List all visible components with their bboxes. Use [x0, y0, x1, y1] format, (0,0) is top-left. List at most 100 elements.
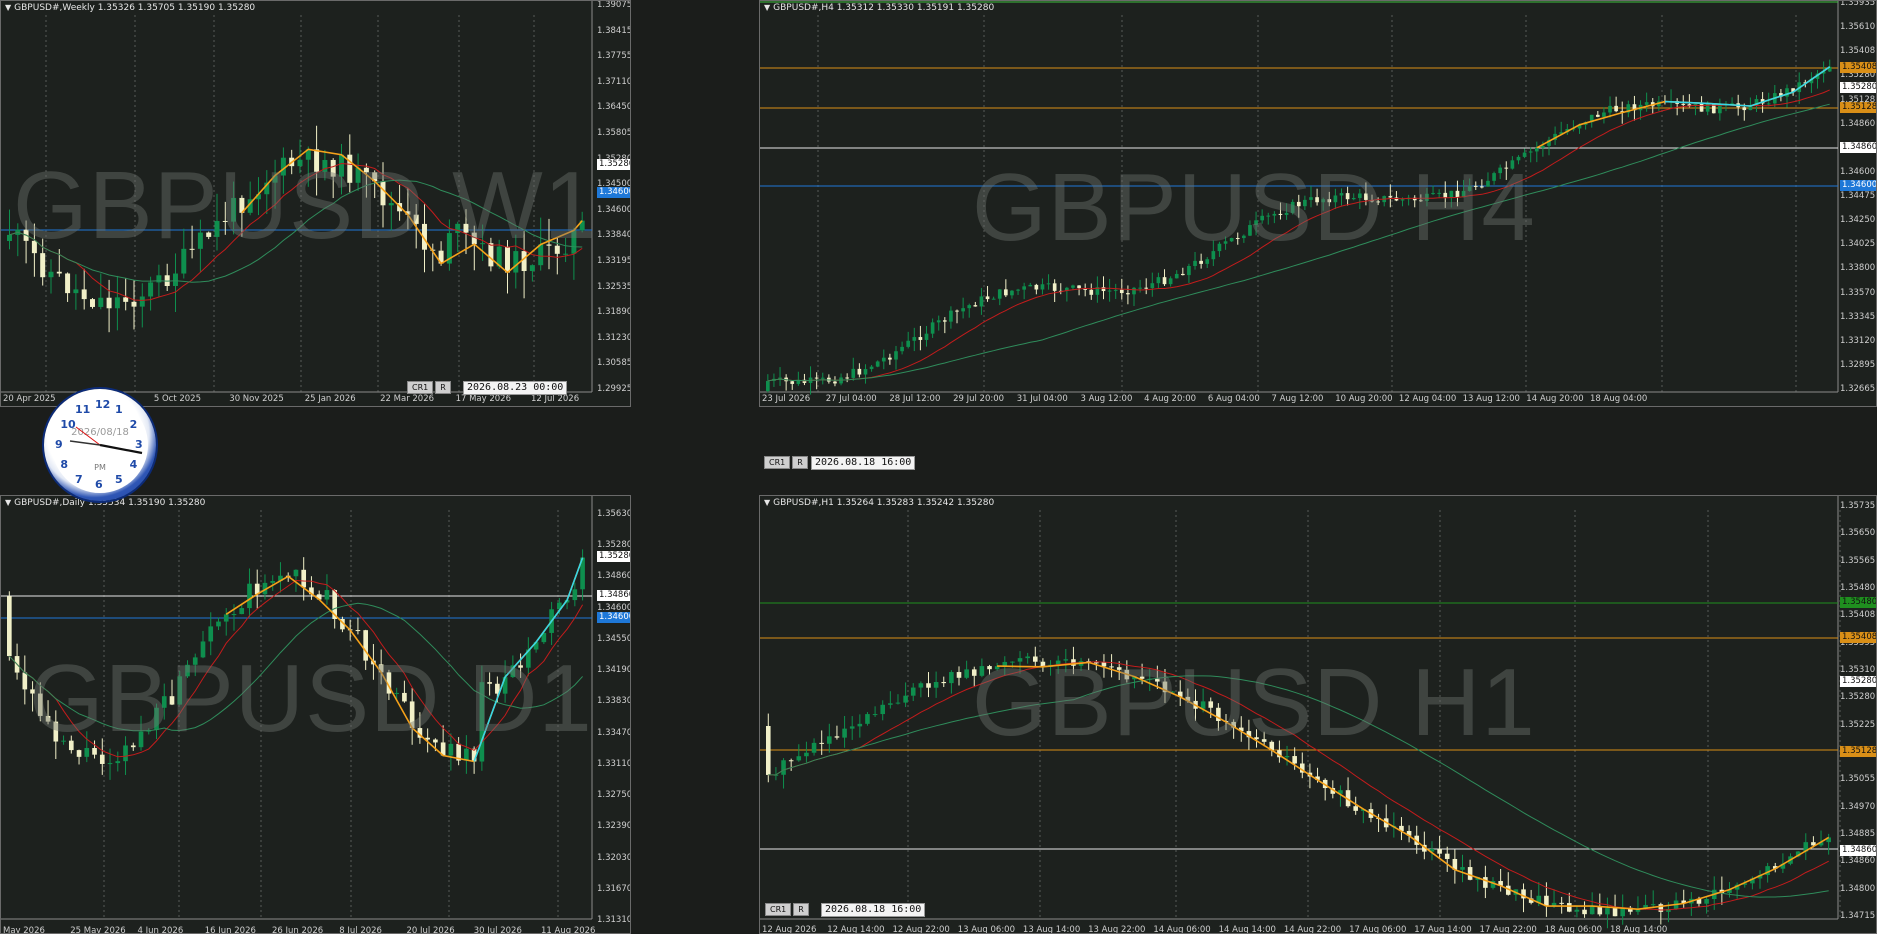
- price-axis-label: 1.33120: [1840, 335, 1876, 346]
- candle-body: [1516, 156, 1521, 161]
- candle-body: [1364, 193, 1368, 200]
- candle-body: [1150, 283, 1155, 289]
- price-axis-label: 1.35805: [597, 128, 631, 138]
- candle-body: [900, 346, 904, 352]
- price-axis-label: 1.29925: [597, 384, 631, 394]
- price-axis-label: 1.35310: [1840, 665, 1876, 675]
- candle-body: [1116, 667, 1122, 670]
- candle-body: [936, 320, 941, 323]
- w1-toolbar: CR1 R: [407, 381, 451, 394]
- candle-body: [834, 736, 840, 738]
- candle-body: [964, 669, 969, 678]
- chart-menu-icon: ▼: [764, 498, 771, 507]
- candle-body: [1101, 287, 1106, 292]
- time-axis-label: 29 Jul 20:00: [953, 394, 1005, 404]
- price-axis-label: 1.33830: [597, 696, 631, 707]
- price-axis-label: 1.34860: [597, 571, 631, 582]
- time-axis-label: 12 Jul 2026: [531, 394, 580, 404]
- price-axis-label: 1.35565: [1840, 555, 1876, 566]
- chart-h4[interactable]: GBPUSD H4 ▼ GBPUSD#,H4 1.35312 1.35330 1.…: [759, 0, 1877, 407]
- price-axis-label: 1.33195: [597, 256, 631, 266]
- price-axis-label: 1.34475: [1840, 191, 1876, 201]
- candle-body: [833, 381, 837, 384]
- candle-body: [1376, 201, 1380, 203]
- price-axis-label: 1.32535: [597, 281, 631, 292]
- candle-body: [208, 626, 214, 642]
- chart-menu-icon: ▼: [5, 498, 12, 507]
- candle-body: [912, 337, 917, 341]
- analog-clock-widget[interactable]: 12 1 2 3 4 5 6 7 8 9 10 11 2026/08/18 PM: [44, 389, 156, 501]
- time-axis-label: 8 Jul 2026: [339, 926, 382, 934]
- candle-body: [293, 569, 299, 577]
- candle-body: [216, 621, 221, 627]
- time-axis-label: 14 Aug 20:00: [1526, 394, 1584, 404]
- r-button[interactable]: R: [435, 381, 451, 394]
- candle-body: [363, 167, 369, 173]
- candle-body: [22, 672, 28, 690]
- price-axis-label: 1.34885: [1840, 829, 1876, 839]
- candle-body: [1107, 290, 1112, 292]
- chart-w1[interactable]: GBPUSD W1 ▼ GBPUSD#,Weekly 1.35326 1.3570…: [0, 0, 631, 407]
- time-axis-label: 12 Aug 22:00: [892, 925, 950, 934]
- candle-body: [68, 740, 74, 751]
- candle-body: [1223, 241, 1228, 244]
- candle-body: [222, 220, 228, 222]
- price-axis-label: 1.31670: [597, 883, 631, 894]
- candle-body: [1180, 273, 1185, 276]
- candle-body: [1357, 193, 1362, 198]
- price-axis-label: 1.34970: [1840, 801, 1876, 812]
- candle-body: [185, 664, 190, 677]
- r-button[interactable]: R: [793, 903, 809, 916]
- candle-body: [814, 377, 819, 379]
- candle-body: [1156, 277, 1161, 284]
- cr1-button[interactable]: CR1: [765, 903, 792, 916]
- time-axis-label: 14 Aug 14:00: [1218, 925, 1276, 934]
- candle-body: [1431, 193, 1435, 195]
- cr1-button[interactable]: CR1: [764, 456, 791, 469]
- time-axis-label: 14 Aug 22:00: [1283, 925, 1342, 934]
- candle-body: [1498, 167, 1503, 174]
- candle-body: [1602, 112, 1606, 117]
- chart-h1[interactable]: GBPUSD H1 ▼ GBPUSD#,H1 1.35264 1.35283 1.…: [759, 495, 1877, 934]
- candle-body: [1528, 151, 1533, 153]
- candle-body: [865, 714, 870, 724]
- candle-body: [1284, 212, 1289, 215]
- price-axis-label: 1.32750: [597, 790, 631, 801]
- candle-body: [98, 297, 104, 307]
- price-axis-label: 1.35280: [597, 540, 631, 551]
- h1-orange1-tag: 1.35408: [1840, 632, 1876, 643]
- price-axis-label: 1.35408: [1840, 46, 1876, 57]
- candle-body: [869, 366, 874, 370]
- candle-body: [571, 230, 577, 254]
- candle-body: [518, 665, 523, 668]
- chart-d1[interactable]: GBPUSD D1 ▼ GBPUSD#,Daily 1.35534 1.35190…: [0, 495, 631, 934]
- price-axis-label: 1.35735: [1840, 501, 1876, 511]
- candle-body: [189, 248, 195, 250]
- candle-body: [231, 197, 237, 222]
- r-button[interactable]: R: [792, 456, 808, 469]
- candle-body: [123, 745, 128, 762]
- cr1-button[interactable]: CR1: [407, 381, 434, 394]
- candle-body: [1559, 902, 1564, 904]
- price-axis-label: 1.34715: [1840, 911, 1876, 921]
- price-axis-label: 1.33840: [597, 230, 631, 241]
- time-axis-label: 13 Aug 14:00: [1022, 925, 1081, 934]
- candle-body: [31, 240, 37, 254]
- candle-body: [1345, 193, 1350, 200]
- time-axis-label: 30 Jul 2026: [473, 926, 522, 934]
- candle-body: [857, 368, 862, 375]
- candle-body: [206, 232, 212, 237]
- candle-body: [1303, 199, 1307, 207]
- candle-body: [888, 703, 893, 705]
- candle-body: [766, 726, 771, 775]
- candle-body: [1205, 259, 1210, 264]
- candle-body: [48, 271, 54, 278]
- price-axis-label: 1.32030: [597, 852, 631, 863]
- candle-body: [53, 721, 59, 742]
- candle-body: [991, 298, 996, 300]
- price-axis-label: 1.30585: [597, 358, 631, 369]
- candle-body: [842, 728, 847, 738]
- h1-green-tag: 1.35480: [1840, 597, 1876, 608]
- candle-body: [40, 253, 46, 278]
- price-axis-label: 1.38415: [597, 25, 631, 36]
